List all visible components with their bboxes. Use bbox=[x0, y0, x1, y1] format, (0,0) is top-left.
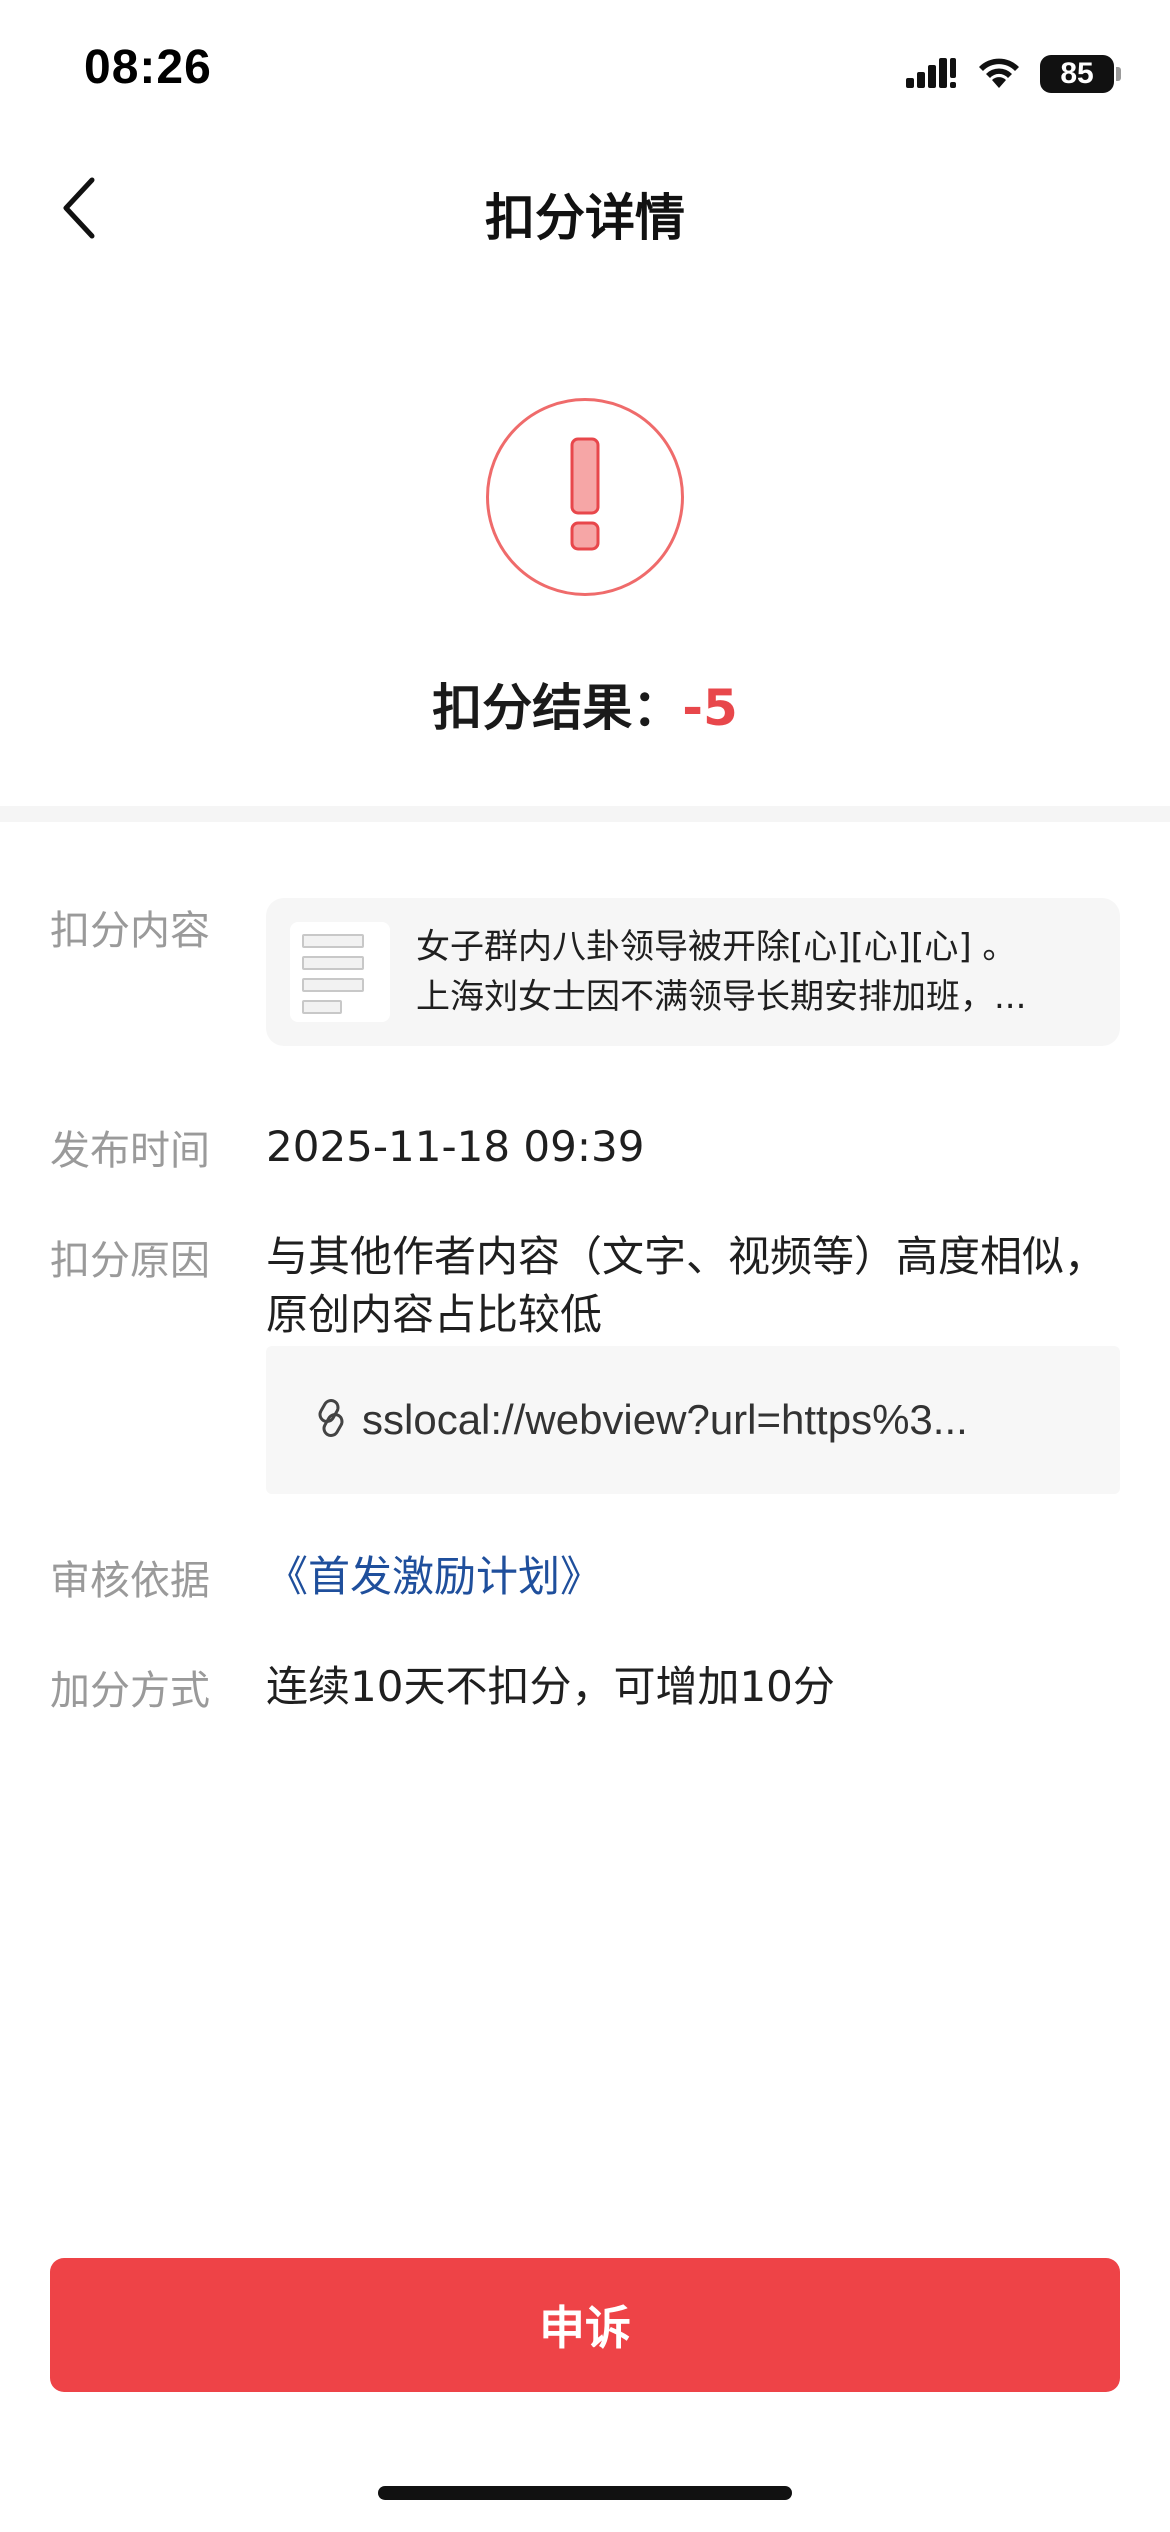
reason-line: 与其他作者内容（文字、视频等）高度相似， bbox=[266, 1232, 1107, 1281]
reason-line: 原创内容占比较低 bbox=[266, 1290, 603, 1339]
content-card[interactable]: 女子群内八卦领导被开除[心][心][心] 。 上海刘女士因不满领导长期安排加班，… bbox=[266, 898, 1120, 1046]
status-bar: 08:26 85 bbox=[0, 0, 1170, 140]
home-indicator bbox=[378, 2486, 792, 2500]
content-preview: 女子群内八卦领导被开除[心][心][心] 。 上海刘女士因不满领导长期安排加班，… bbox=[416, 922, 1096, 1022]
thumbnail-line bbox=[302, 956, 364, 970]
reason-link-text: sslocal://webview?url=https%3... bbox=[362, 1396, 968, 1443]
page-title: 扣分详情 bbox=[485, 189, 685, 247]
publish-time-value: 2025-11-18 09:39 bbox=[266, 1122, 645, 1171]
reason-label: 扣分原因 bbox=[50, 1238, 210, 1284]
content-preview-line: 女子群内八卦领导被开除[心][心][心] 。 bbox=[416, 927, 1017, 967]
bonus-label: 加分方式 bbox=[50, 1668, 210, 1714]
content-label: 扣分内容 bbox=[50, 908, 210, 954]
row-bonus: 加分方式 连续10天不扣分，可增加10分 bbox=[50, 1658, 1120, 1728]
thumbnail-line bbox=[302, 978, 364, 992]
result-value: -5 bbox=[682, 679, 738, 737]
row-publish-time: 发布时间 2025-11-18 09:39 bbox=[50, 1118, 1120, 1188]
publish-time-label: 发布时间 bbox=[50, 1128, 210, 1174]
row-reason: 扣分原因 与其他作者内容（文字、视频等）高度相似， 原创内容占比较低 ssloc… bbox=[50, 1228, 1120, 1498]
status-icons: 85 bbox=[906, 52, 1121, 96]
link-icon bbox=[314, 1398, 348, 1442]
row-content: 扣分内容 女子群内八卦领导被开除[心][心][心] 。 上海刘女士因不满领导长期… bbox=[50, 898, 1120, 1046]
battery-icon: 85 bbox=[1040, 55, 1121, 93]
wifi-icon bbox=[976, 54, 1022, 94]
appeal-button[interactable]: 申诉 bbox=[50, 2258, 1120, 2392]
thumbnail-line bbox=[302, 1000, 342, 1014]
deduction-result: 扣分结果：-5 bbox=[0, 668, 1170, 740]
alert-circle bbox=[486, 398, 684, 596]
nav-bar: 扣分详情 bbox=[0, 150, 1170, 270]
result-label: 扣分结果： bbox=[432, 679, 683, 737]
cellular-signal-icon bbox=[906, 54, 958, 94]
bonus-value: 连续10天不扣分，可增加10分 bbox=[266, 1662, 835, 1711]
basis-label: 审核依据 bbox=[50, 1558, 210, 1604]
exclamation-icon bbox=[565, 435, 605, 559]
reason-text: 与其他作者内容（文字、视频等）高度相似， 原创内容占比较低 bbox=[266, 1228, 1120, 1344]
battery-tip bbox=[1116, 67, 1121, 81]
section-divider bbox=[0, 806, 1170, 822]
policy-link[interactable]: 《首发激励计划》 bbox=[266, 1548, 1120, 1606]
row-basis: 审核依据 《首发激励计划》 bbox=[50, 1548, 1120, 1618]
battery-level: 85 bbox=[1060, 57, 1094, 90]
content-thumbnail bbox=[290, 922, 390, 1022]
thumbnail-line bbox=[302, 934, 364, 948]
content-preview-line: 上海刘女士因不满领导长期安排加班，... bbox=[416, 977, 1027, 1017]
status-time: 08:26 bbox=[84, 41, 212, 94]
reason-link[interactable]: sslocal://webview?url=https%3... bbox=[266, 1346, 1120, 1494]
